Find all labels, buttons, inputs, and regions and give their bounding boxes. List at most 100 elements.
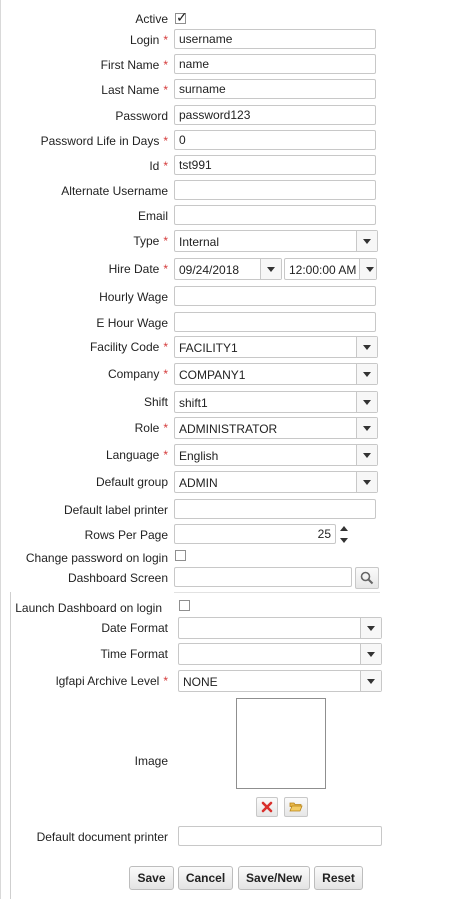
date-format-select[interactable] (178, 617, 382, 639)
hire-time-picker[interactable]: 12:00:00 AM (284, 258, 377, 280)
chevron-down-icon[interactable] (360, 618, 381, 638)
type-label: Type * (133, 234, 168, 248)
default-document-printer-input[interactable] (178, 826, 382, 846)
hourly-wage-label: Hourly Wage (99, 290, 168, 304)
launch-dashboard-label: Launch Dashboard on login (15, 601, 162, 615)
chevron-down-icon[interactable] (260, 259, 281, 279)
type-select[interactable]: Internal (174, 230, 378, 252)
folder-open-icon (289, 802, 303, 812)
image-delete-button[interactable] (256, 797, 278, 817)
default-label-printer-label: Default label printer (63, 503, 168, 517)
archive-level-value: NONE (183, 675, 218, 689)
default-label-printer-input[interactable] (174, 499, 376, 519)
password-input[interactable]: password123 (174, 105, 376, 125)
facility-code-label: Facility Code * (89, 340, 168, 354)
dashboard-screen-label: Dashboard Screen (67, 571, 168, 585)
hourly-wage-input[interactable] (174, 286, 376, 306)
time-format-row: Time Format (0, 643, 474, 665)
alternate-username-row: Alternate Username (0, 180, 474, 202)
time-format-label: Time Format (100, 647, 168, 661)
default-document-printer-row: Default document printer (0, 826, 474, 848)
shift-label: Shift (143, 395, 168, 409)
role-select[interactable]: ADMINISTRATOR (174, 417, 378, 439)
chevron-down-icon[interactable] (356, 472, 377, 492)
type-value: Internal (179, 235, 220, 249)
launch-dashboard-row: Launch Dashboard on login (0, 597, 474, 619)
e-hour-wage-row: E Hour Wage (0, 312, 474, 334)
last-name-label: Last Name * (101, 83, 168, 97)
id-row: Id * tst991 (0, 155, 474, 177)
chevron-down-icon[interactable] (356, 337, 377, 357)
password-life-row: Password Life in Days * 0 (0, 130, 474, 152)
default-document-printer-label: Default document printer (36, 830, 168, 844)
dashboard-screen-input[interactable] (174, 567, 352, 587)
role-row: Role * ADMINISTRATOR (0, 417, 474, 439)
save-button[interactable]: Save (129, 866, 174, 890)
language-select[interactable]: English (174, 444, 378, 466)
dashboard-screen-search-button[interactable] (355, 567, 379, 589)
hire-date-row: Hire Date * 09/24/2018 12:00:00 AM (0, 258, 474, 280)
archive-level-row: lgfapi Archive Level * NONE (0, 670, 474, 692)
rows-per-page-stepper[interactable] (338, 524, 350, 546)
login-row: Login * username (0, 29, 474, 51)
first-name-input[interactable]: name (174, 54, 376, 74)
stepper-down-icon[interactable] (340, 538, 348, 543)
email-input[interactable] (174, 205, 376, 225)
image-preview[interactable] (236, 698, 326, 789)
save-new-button[interactable]: Save/New (238, 866, 310, 890)
stepper-up-icon[interactable] (340, 526, 348, 531)
rows-per-page-row: Rows Per Page 25 (0, 524, 474, 546)
default-label-printer-row: Default label printer (0, 499, 474, 521)
chevron-down-icon[interactable] (356, 418, 377, 438)
reset-button[interactable]: Reset (314, 866, 363, 890)
delete-icon (261, 801, 273, 813)
chevron-down-icon[interactable] (356, 445, 377, 465)
email-row: Email (0, 205, 474, 227)
rows-per-page-input[interactable]: 25 (174, 524, 336, 544)
facility-code-value: FACILITY1 (179, 341, 238, 355)
login-input[interactable]: username (174, 29, 376, 49)
first-name-label: First Name * (100, 58, 168, 72)
default-group-select[interactable]: ADMIN (174, 471, 378, 493)
change-password-label: Change password on login (25, 551, 168, 565)
checkmark-icon: ✓ (176, 9, 188, 25)
facility-code-select[interactable]: FACILITY1 (174, 336, 378, 358)
chevron-down-icon[interactable] (356, 231, 377, 251)
alternate-username-input[interactable] (174, 180, 376, 200)
time-format-select[interactable] (178, 643, 382, 665)
cancel-button[interactable]: Cancel (178, 866, 233, 890)
password-life-input[interactable]: 0 (174, 130, 376, 150)
hourly-wage-row: Hourly Wage (0, 286, 474, 308)
company-label: Company * (107, 367, 168, 381)
chevron-down-icon[interactable] (360, 671, 381, 691)
shift-select[interactable]: shift1 (174, 391, 378, 413)
archive-level-select[interactable]: NONE (178, 670, 382, 692)
hire-date-picker[interactable]: 09/24/2018 (174, 258, 282, 280)
hire-date-label: Hire Date * (108, 262, 168, 276)
login-label: Login * (129, 33, 168, 47)
company-select[interactable]: COMPANY1 (174, 363, 378, 385)
language-label: Language * (105, 448, 168, 462)
last-name-input[interactable]: surname (174, 79, 376, 99)
chevron-down-icon[interactable] (360, 644, 381, 664)
chevron-down-icon[interactable] (359, 259, 376, 279)
rows-per-page-label: Rows Per Page (84, 528, 168, 542)
shift-value: shift1 (179, 396, 208, 410)
hire-date-value: 09/24/2018 (179, 263, 240, 277)
role-value: ADMINISTRATOR (179, 422, 278, 436)
email-label: Email (137, 209, 168, 223)
image-browse-button[interactable] (284, 797, 308, 817)
type-row: Type * Internal (0, 230, 474, 252)
e-hour-wage-input[interactable] (174, 312, 376, 332)
dashboard-screen-underline (174, 592, 380, 593)
company-row: Company * COMPANY1 (0, 363, 474, 385)
password-life-label: Password Life in Days * (40, 134, 168, 148)
id-input[interactable]: tst991 (174, 155, 376, 175)
first-name-row: First Name * name (0, 54, 474, 76)
change-password-checkbox[interactable] (175, 550, 186, 561)
shift-row: Shift shift1 (0, 391, 474, 413)
launch-dashboard-checkbox[interactable] (179, 600, 190, 611)
chevron-down-icon[interactable] (356, 364, 377, 384)
chevron-down-icon[interactable] (356, 392, 377, 412)
language-row: Language * English (0, 444, 474, 466)
